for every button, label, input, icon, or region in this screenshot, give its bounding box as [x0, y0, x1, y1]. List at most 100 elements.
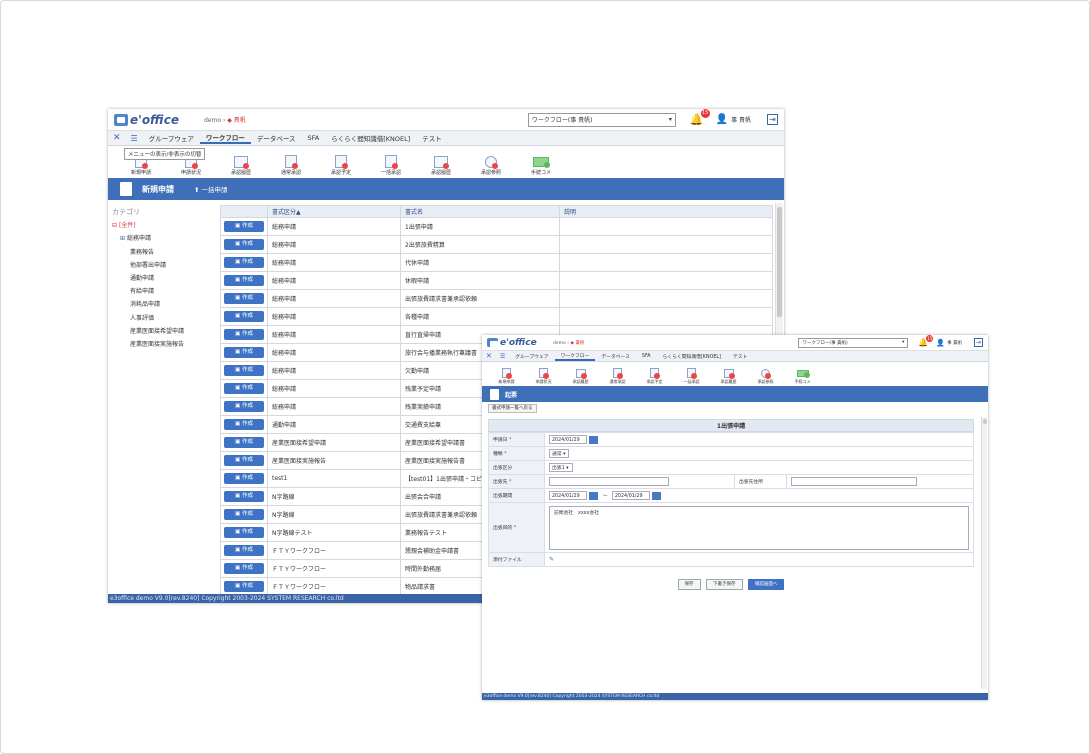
tab-groupware[interactable]: グループウェア	[509, 353, 554, 360]
create-button[interactable]: ▣ 作成	[224, 581, 264, 592]
create-button[interactable]: ▣ 作成	[224, 563, 264, 574]
back-button[interactable]: 書式申請一覧へ戻る	[488, 404, 537, 413]
table-row[interactable]: ▣ 作成 総務申請 出張旅費請求書兼承認依頼	[220, 289, 773, 308]
tab-sfa[interactable]: SFA	[636, 354, 657, 359]
tab-groupware[interactable]: グループウェア	[143, 133, 200, 143]
tool-history[interactable]: 承認履歴	[216, 146, 266, 178]
type-select[interactable]: 通常 ▾	[549, 449, 569, 458]
user-name[interactable]: 事 貴帆	[947, 340, 962, 346]
area-select[interactable]: 出張1 ▾	[549, 463, 573, 472]
collapse-icon[interactable]: ⊟	[112, 222, 117, 229]
tab-test[interactable]: テスト	[416, 133, 448, 143]
date-input[interactable]: 2024/01/29	[549, 435, 587, 444]
calendar-icon[interactable]	[589, 491, 598, 500]
tab-test[interactable]: テスト	[727, 353, 753, 360]
create-button[interactable]: ▣ 作成	[224, 401, 264, 412]
dest-input[interactable]	[549, 477, 669, 486]
tool-approve-history[interactable]: 承認履歴	[416, 146, 466, 178]
category-root[interactable]: ⊟ [全件]	[112, 219, 214, 232]
bulk-request-link[interactable]: ⬆ 一括申請	[194, 184, 228, 194]
create-button[interactable]: ▣ 作成	[224, 419, 264, 430]
calendar-icon[interactable]	[651, 491, 661, 500]
breadcrumb-user[interactable]: ◆ 貴帆	[227, 117, 246, 124]
tool-comment[interactable]: 手続コメ	[784, 362, 821, 386]
logo[interactable]: e'office	[487, 338, 547, 348]
category-item[interactable]: 有給申請	[130, 285, 214, 298]
table-row[interactable]: ▣ 作成 総務申請 休暇申請	[220, 271, 773, 290]
draft-save-button[interactable]: 下書き保存	[706, 579, 743, 590]
table-row[interactable]: ▣ 作成 総務申請 各種申請	[220, 307, 773, 326]
breadcrumb-system[interactable]: demo	[553, 341, 566, 346]
table-row[interactable]: ▣ 作成 総務申請 1出張申請	[220, 217, 773, 236]
category-item[interactable]: 業務報告	[130, 246, 214, 259]
create-button[interactable]: ▣ 作成	[224, 239, 264, 250]
category-item[interactable]: 産業医面接希望申請	[130, 325, 214, 338]
tool-bulk-approve[interactable]: 一括承認	[366, 146, 416, 178]
create-button[interactable]: ▣ 作成	[224, 347, 264, 358]
close-menu-icon[interactable]: ✕	[482, 352, 496, 360]
create-button[interactable]: ▣ 作成	[224, 221, 264, 232]
purpose-textarea[interactable]: 訪問会社 xxxx会社	[549, 505, 969, 550]
tab-knoel[interactable]: らくらく間知識借[KNOEL]	[325, 133, 416, 143]
tool-approve[interactable]: 通常承認	[266, 146, 316, 178]
scrollbar[interactable]	[981, 417, 987, 689]
create-button[interactable]: ▣ 作成	[224, 293, 264, 304]
create-button[interactable]: ▣ 作成	[224, 275, 264, 286]
confirm-button[interactable]: 確認画面へ	[747, 579, 785, 590]
tool-scheduled[interactable]: 承認予定	[316, 146, 366, 178]
tool-new-request[interactable]: 新規申請	[488, 362, 525, 386]
category-item[interactable]: 人事評価	[130, 312, 214, 325]
col-desc[interactable]: 説明	[559, 205, 773, 218]
create-button[interactable]: ▣ 作成	[224, 491, 264, 502]
save-button[interactable]: 保存	[677, 579, 701, 590]
bell-icon[interactable]: 🔔 15	[690, 109, 710, 126]
expand-icon[interactable]: ⊞	[120, 235, 125, 242]
workflow-select[interactable]: ワークフロー(事 貴帆) ▾	[527, 112, 676, 127]
table-row[interactable]: ▣ 作成 総務申請 2出張旅費精算	[220, 235, 773, 254]
tab-sfa[interactable]: SFA	[302, 134, 326, 142]
calendar-icon[interactable]	[589, 435, 598, 444]
create-button[interactable]: ▣ 作成	[224, 545, 264, 556]
menu-toggle-icon[interactable]: ☰	[496, 353, 509, 360]
tool-status[interactable]: 申請状況	[525, 362, 562, 386]
workflow-select[interactable]: ワークフロー(事 貴帆) ▾	[798, 337, 909, 348]
create-button[interactable]: ▣ 作成	[224, 527, 264, 538]
tool-reference[interactable]: 承認参照	[747, 362, 784, 386]
tool-bulk-approve[interactable]: 一括承認	[673, 362, 710, 386]
category-item[interactable]: 他部署出申請	[130, 259, 214, 272]
period-from-input[interactable]: 2024/01/29	[549, 491, 587, 500]
scrollbar-thumb[interactable]	[777, 207, 782, 317]
logout-icon[interactable]: ⇥	[767, 114, 778, 125]
create-button[interactable]: ▣ 作成	[224, 257, 264, 268]
create-button[interactable]: ▣ 作成	[224, 383, 264, 394]
create-button[interactable]: ▣ 作成	[224, 455, 264, 466]
create-button[interactable]: ▣ 作成	[224, 365, 264, 376]
category-item[interactable]: 産業医面接実施報告	[130, 338, 214, 351]
category-item[interactable]: 通勤申請	[130, 272, 214, 285]
menu-toggle-icon[interactable]: ☰	[126, 134, 143, 143]
tool-scheduled[interactable]: 承認予定	[636, 362, 673, 386]
tab-database[interactable]: データベース	[595, 353, 636, 360]
tool-approve-history[interactable]: 承認履歴	[710, 362, 747, 386]
period-to-input[interactable]: 2024/01/29	[611, 491, 650, 500]
tab-workflow[interactable]: ワークフロー	[554, 352, 596, 361]
scrollbar-thumb[interactable]	[983, 419, 987, 424]
close-menu-icon[interactable]: ✕	[108, 133, 126, 143]
tool-comment[interactable]: 手続コメ	[516, 146, 566, 178]
dest2-input[interactable]	[791, 477, 917, 486]
paperclip-icon[interactable]: ✎	[549, 556, 554, 563]
tool-approve[interactable]: 通常承認	[599, 362, 636, 386]
create-button[interactable]: ▣ 作成	[224, 509, 264, 520]
col-name[interactable]: 書式名	[400, 205, 560, 218]
create-button[interactable]: ▣ 作成	[224, 329, 264, 340]
table-row[interactable]: ▣ 作成 総務申請 代休申請	[220, 253, 773, 272]
col-kubun[interactable]: 書式区分▲	[267, 205, 401, 218]
tool-reference[interactable]: 承認参照	[466, 146, 516, 178]
tool-history[interactable]: 承認履歴	[562, 362, 599, 386]
create-button[interactable]: ▣ 作成	[224, 473, 264, 484]
breadcrumb-user[interactable]: ◆ 貴帆	[570, 341, 584, 346]
tab-knoel[interactable]: らくらく間知識借[KNOEL]	[657, 353, 727, 360]
logout-icon[interactable]: ⇥	[974, 338, 983, 347]
bell-icon[interactable]: 🔔 15	[918, 335, 934, 347]
tab-workflow[interactable]: ワークフロー	[199, 132, 251, 144]
